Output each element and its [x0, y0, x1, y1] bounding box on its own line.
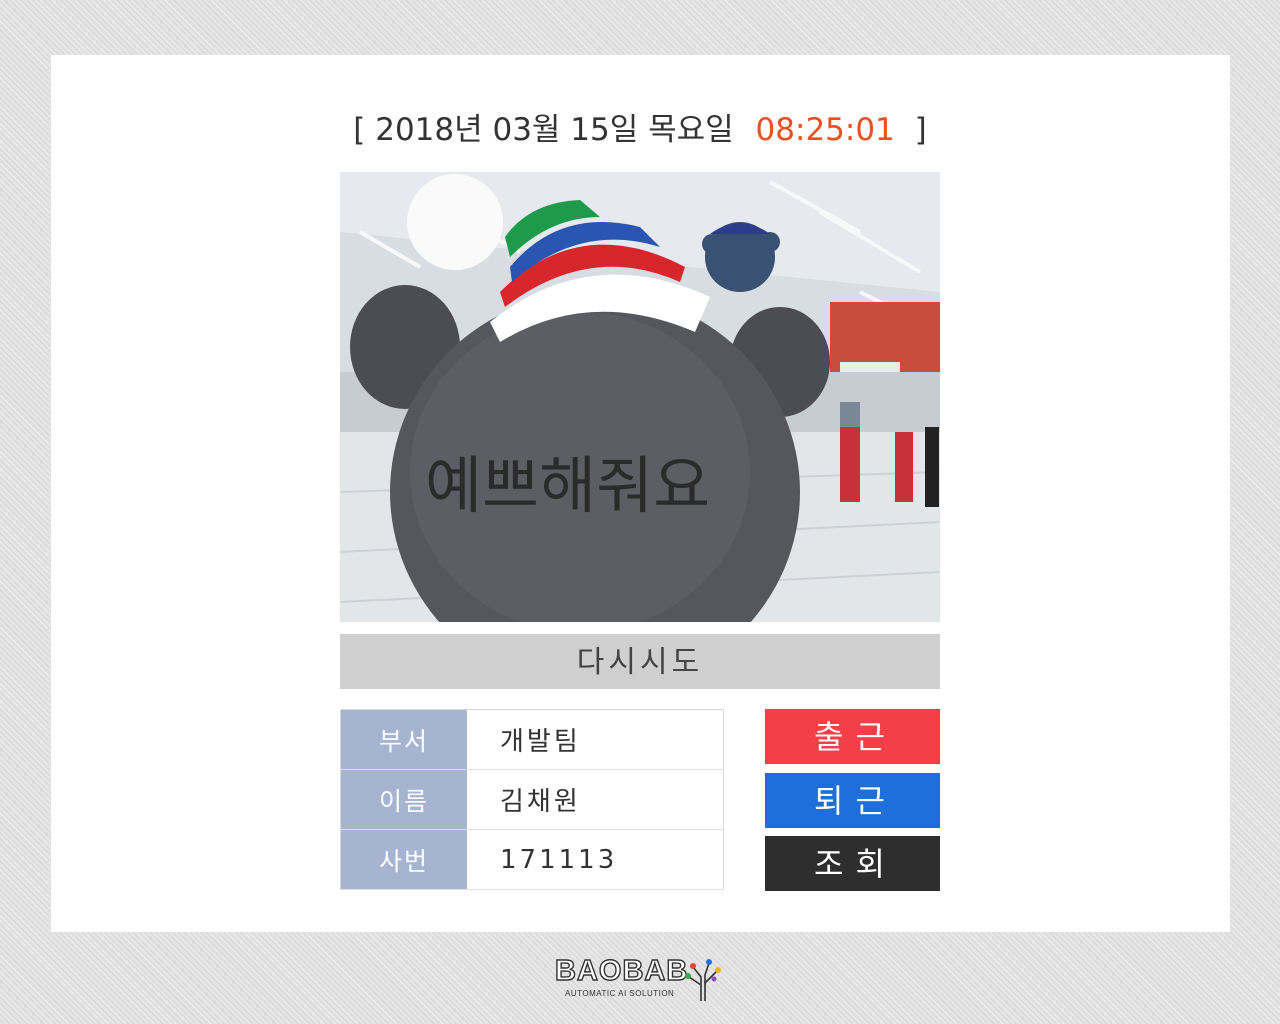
lookup-button[interactable]: 조회 [765, 836, 940, 891]
bracket-open: [ [353, 112, 366, 148]
employee-id-value: 171113 [467, 829, 724, 890]
table-row: 사번 171113 [340, 829, 724, 890]
table-row: 부서 개발팀 [340, 709, 724, 770]
retry-button[interactable]: 다시시도 [340, 634, 940, 689]
datetime-display: [ 2018년 03월 15일 목요일 08:25:01 ] [0, 104, 1280, 149]
name-label: 이름 [340, 769, 467, 830]
date-text: 2018년 03월 15일 목요일 [375, 112, 734, 148]
brand-name: BAOBAB [554, 954, 689, 987]
table-row: 이름 김채원 [340, 769, 724, 830]
department-value: 개발팀 [467, 709, 724, 770]
tree-icon [685, 959, 721, 1001]
clock-time: 08:25:01 [755, 112, 895, 148]
handwriting-text: 예쁘해줘요 [425, 449, 710, 522]
baobab-logo: BAOBAB AUTOMATIC AI SOLUTION [554, 954, 730, 1005]
bracket-close: ] [914, 112, 927, 148]
check-in-button[interactable]: 출근 [765, 709, 940, 764]
name-value: 김채원 [467, 769, 724, 830]
employee-info-table: 부서 개발팀 이름 김채원 사번 171113 [340, 709, 724, 890]
employee-id-label: 사번 [340, 829, 467, 890]
brand-tagline: AUTOMATIC AI SOLUTION [565, 989, 675, 998]
department-label: 부서 [340, 709, 467, 770]
check-out-button[interactable]: 퇴근 [765, 773, 940, 828]
captured-photo: 예쁘해줘요 [340, 172, 940, 622]
